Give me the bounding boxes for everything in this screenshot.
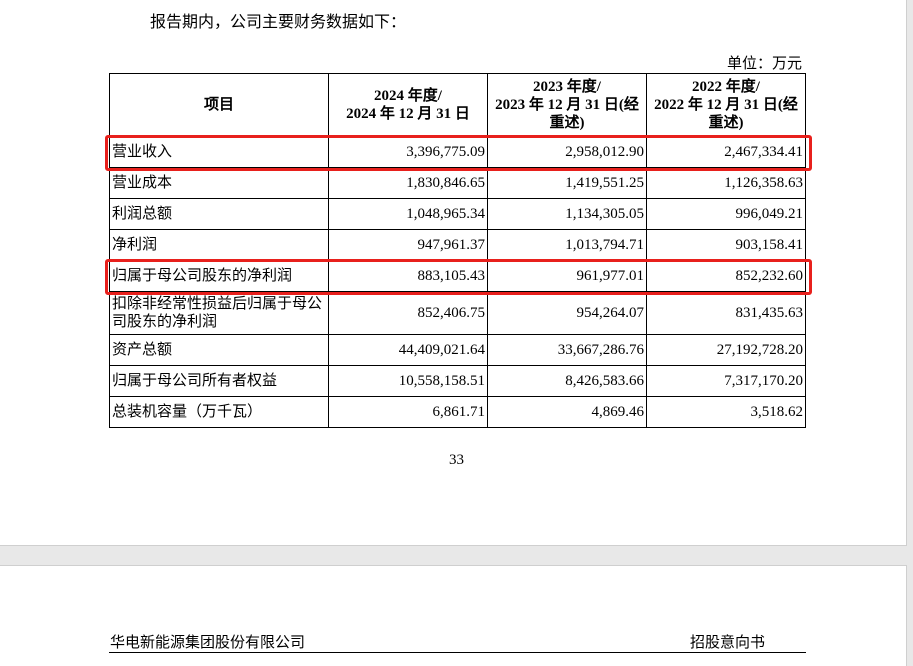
intro-text: 报告期内，公司主要财务数据如下：: [150, 14, 407, 31]
cell-value: 996,049.21: [646, 198, 806, 230]
table-header-row: 项目 2024 年度/ 2024 年 12 月 31 日 2023 年度/ 20…: [109, 73, 806, 137]
page-number: 33: [449, 452, 464, 468]
cell-value: 44,409,021.64: [328, 334, 488, 366]
cell-value: 947,961.37: [328, 229, 488, 261]
table-row: 归属于母公司所有者权益 10,558,158.51 8,426,583.66 7,31…: [109, 365, 806, 397]
next-page: 华电新能源集团股份有限公司 招股意向书: [0, 565, 907, 666]
row-label: 净利润: [109, 229, 329, 261]
row-label: 营业成本: [109, 167, 329, 199]
cell-value: 6,861.71: [328, 396, 488, 428]
cell-value: 883,105.43: [328, 260, 488, 292]
cell-value: 3,518.62: [646, 396, 806, 428]
cell-value: 8,426,583.66: [487, 365, 647, 397]
table-row: 资产总额 44,409,021.64 33,667,286.76 27,192,728…: [109, 334, 806, 366]
cell-value: 4,869.46: [487, 396, 647, 428]
header-2024: 2024 年度/ 2024 年 12 月 31 日: [328, 73, 488, 137]
row-label: 总装机容量（万千瓦）: [109, 396, 329, 428]
cell-value: 33,667,286.76: [487, 334, 647, 366]
cell-value: 2,958,012.90: [487, 136, 647, 168]
cell-value: 1,134,305.05: [487, 198, 647, 230]
cell-value: 852,232.60: [646, 260, 806, 292]
cell-value: 1,013,794.71: [487, 229, 647, 261]
table-row: 净利润 947,961.37 1,013,794.71 903,158.41: [109, 229, 806, 261]
row-label: 归属于母公司所有者权益: [109, 365, 329, 397]
cell-value: 831,435.63: [646, 291, 806, 335]
table-row: 利润总额 1,048,965.34 1,134,305.05 996,049.21: [109, 198, 806, 230]
cell-value: 27,192,728.20: [646, 334, 806, 366]
table-row: 营业收入 3,396,775.09 2,958,012.90 2,467,334.41: [109, 136, 806, 168]
row-label: 扣除非经常性损益后归属于母公司股东的净利润: [109, 291, 329, 335]
header-2022: 2022 年度/ 2022 年 12 月 31 日(经重述): [646, 73, 806, 137]
cell-value: 1,048,965.34: [328, 198, 488, 230]
cell-value: 954,264.07: [487, 291, 647, 335]
unit-label: 单位：万元: [726, 56, 802, 72]
company-name: 华电新能源集团股份有限公司: [110, 635, 306, 651]
row-label: 利润总额: [109, 198, 329, 230]
cell-value: 852,406.75: [328, 291, 488, 335]
header-2023: 2023 年度/ 2023 年 12 月 31 日(经重述): [487, 73, 647, 137]
document-page: 报告期内，公司主要财务数据如下： 单位：万元 项目 2024 年度/ 2024 …: [0, 0, 907, 546]
cell-value: 903,158.41: [646, 229, 806, 261]
header-item: 项目: [109, 73, 329, 137]
table-row: 总装机容量（万千瓦） 6,861.71 4,869.46 3,518.62: [109, 396, 806, 428]
cell-value: 7,317,170.20: [646, 365, 806, 397]
cell-value: 2,467,334.41: [646, 136, 806, 168]
row-label: 资产总额: [109, 334, 329, 366]
row-label: 归属于母公司股东的净利润: [109, 260, 329, 292]
header-divider: [109, 652, 806, 653]
table-row: 营业成本 1,830,846.65 1,419,551.25 1,126,358.63: [109, 167, 806, 199]
financial-table: 项目 2024 年度/ 2024 年 12 月 31 日 2023 年度/ 20…: [109, 73, 806, 428]
cell-value: 961,977.01: [487, 260, 647, 292]
table-row: 扣除非经常性损益后归属于母公司股东的净利润 852,406.75 954,264.0…: [109, 291, 806, 335]
cell-value: 1,830,846.65: [328, 167, 488, 199]
cell-value: 1,126,358.63: [646, 167, 806, 199]
cell-value: 10,558,158.51: [328, 365, 488, 397]
document-type: 招股意向书: [690, 635, 766, 651]
cell-value: 3,396,775.09: [328, 136, 488, 168]
cell-value: 1,419,551.25: [487, 167, 647, 199]
table-row: 归属于母公司股东的净利润 883,105.43 961,977.01 852,232.…: [109, 260, 806, 292]
row-label: 营业收入: [109, 136, 329, 168]
